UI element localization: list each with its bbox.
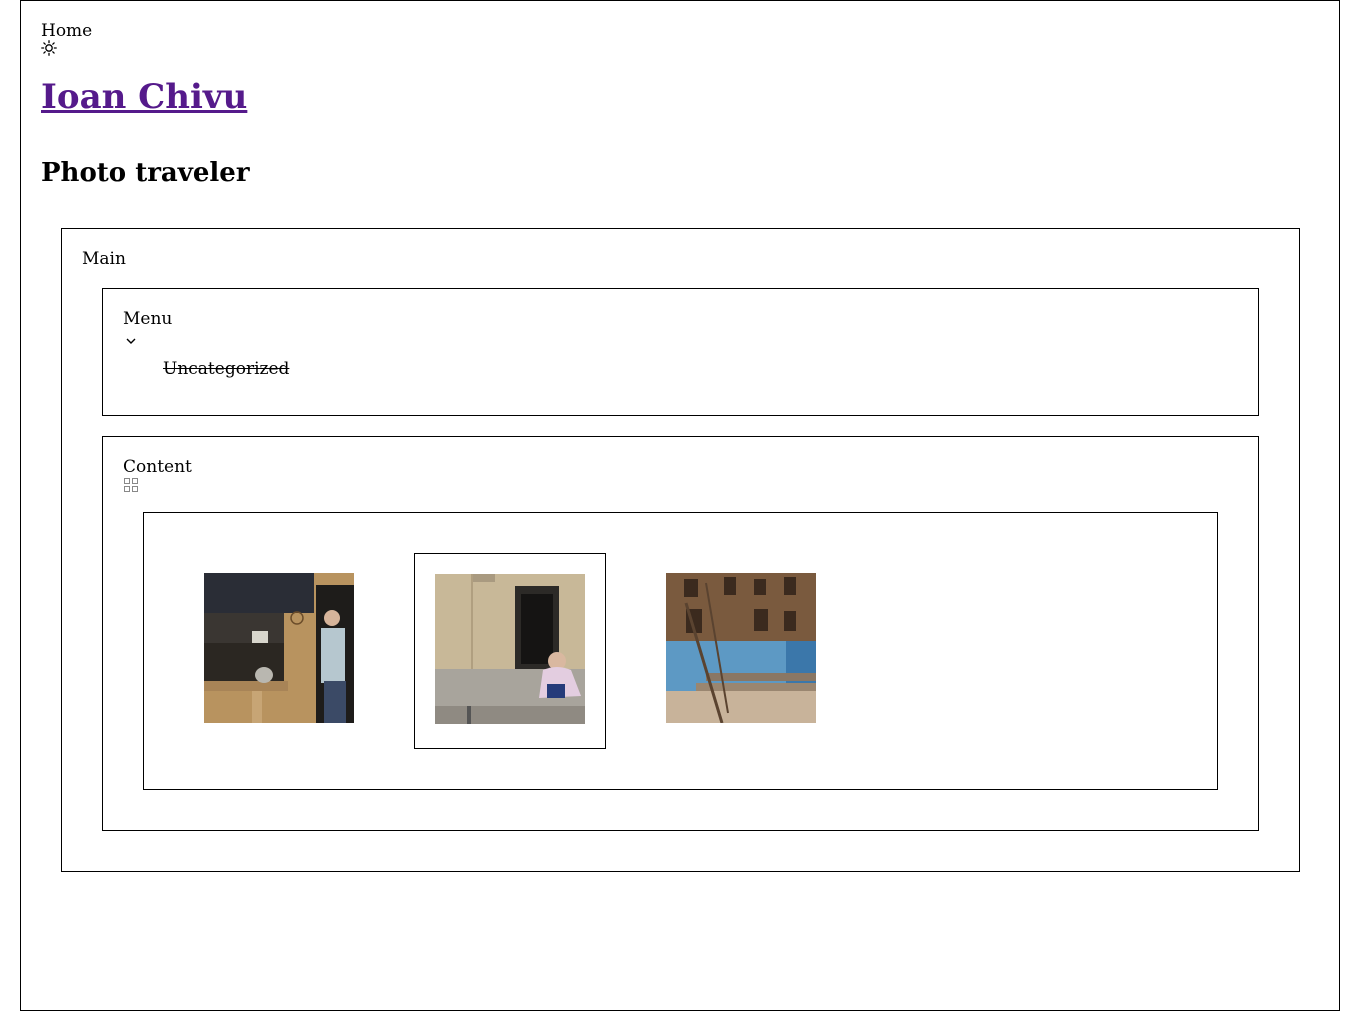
menu-label: Menu [123, 309, 173, 329]
main-region: Main Menu Uncategorized Content [61, 228, 1300, 872]
menu-item-uncategorized[interactable]: Uncategorized [163, 359, 289, 379]
sun-icon[interactable] [41, 40, 57, 56]
page: Home Ioan Chivu Photo traveler Main Menu [20, 0, 1340, 1011]
site-title-link[interactable]: Ioan Chivu [41, 77, 247, 117]
content-region: Content [102, 436, 1259, 831]
main-label: Main [82, 249, 126, 269]
menu-region: Menu Uncategorized [102, 288, 1259, 416]
home-link[interactable]: Home [41, 21, 92, 41]
old-building-corner-photo[interactable] [666, 573, 816, 723]
selected-photo-frame [414, 553, 606, 749]
chevron-down-icon[interactable] [125, 331, 137, 344]
site-tagline: Photo traveler [41, 158, 250, 188]
content-label: Content [123, 457, 192, 477]
child-on-step-photo[interactable] [435, 574, 585, 724]
grid-icon[interactable] [123, 477, 139, 493]
photo-gallery [143, 512, 1218, 790]
man-in-doorway-photo[interactable] [204, 573, 354, 723]
